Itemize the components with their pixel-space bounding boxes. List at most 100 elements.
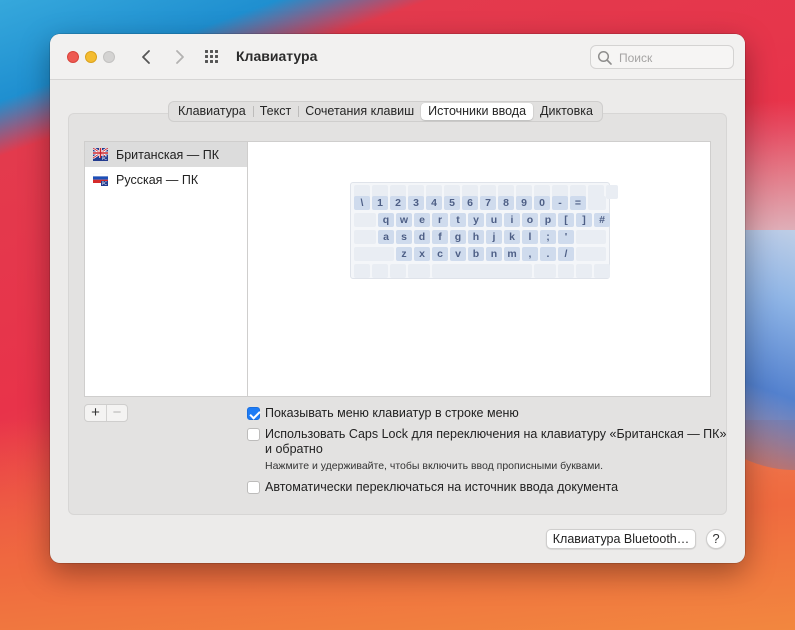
- keyboard-key: ;: [540, 230, 556, 244]
- minimize-window-button[interactable]: [85, 51, 97, 63]
- search-field[interactable]: Поиск: [590, 45, 734, 69]
- auto-switch-label: Автоматически переключаться на источник …: [265, 480, 619, 494]
- keyboard-key: m: [504, 247, 520, 261]
- chevron-left-icon: [142, 50, 150, 64]
- list-item-label: Британская — ПК: [116, 147, 220, 162]
- keyboard-key: 2: [390, 196, 406, 210]
- keyboard-key: j: [486, 230, 502, 244]
- show-menu-checkbox[interactable]: [247, 407, 260, 420]
- keyboard-key: 4: [426, 196, 442, 210]
- search-icon: [597, 50, 612, 65]
- keyboard-key-blank: [408, 264, 430, 278]
- keyboard-key: ': [558, 230, 574, 244]
- grid-icon: [205, 50, 218, 63]
- keyboard-key: g: [450, 230, 466, 244]
- keyboard-key: w: [396, 213, 412, 227]
- keyboard-key: =: [570, 196, 586, 210]
- keyboard-key: 7: [480, 196, 496, 210]
- keyboard-key-blank: [354, 247, 394, 261]
- keyboard-key-blank: [432, 264, 532, 278]
- keyboard-key-blank: [372, 264, 388, 278]
- keyboard-key: r: [432, 213, 448, 227]
- tab-keyboard[interactable]: Клавиатура: [171, 103, 253, 120]
- add-source-button[interactable]: +: [85, 405, 106, 421]
- remove-source-button[interactable]: −: [105, 405, 127, 421]
- keyboard-key-blank: [390, 264, 406, 278]
- tab-text[interactable]: Текст: [252, 103, 298, 120]
- input-sources-list: PC Британская — ПК PC Русская — ПК: [84, 141, 248, 397]
- bluetooth-keyboard-button[interactable]: Клавиатура Bluetooth…: [546, 529, 696, 549]
- keyboard-key-blank: [576, 230, 606, 244]
- svg-text:PC: PC: [102, 181, 108, 186]
- keyboard-key: .: [540, 247, 556, 261]
- keyboard-key-blank: [534, 264, 556, 278]
- keyboard-key: t: [450, 213, 466, 227]
- tab-shortcuts[interactable]: Сочетания клавиш: [298, 103, 421, 120]
- caps-lock-hint: Нажмите и удерживайте, чтобы включить вв…: [265, 460, 604, 472]
- keyboard-key: y: [468, 213, 484, 227]
- keyboard-key: 5: [444, 196, 460, 210]
- chevron-right-icon: [176, 50, 184, 64]
- keyboard-key: e: [414, 213, 430, 227]
- keyboard-key: u: [486, 213, 502, 227]
- keyboard-key: q: [378, 213, 394, 227]
- tab-bar: Клавиатура Текст Сочетания клавиш Источн…: [168, 101, 603, 122]
- keyboard-preferences-window: Клавиатура Поиск Клавиатура Текст Сочета…: [50, 34, 745, 563]
- caps-lock-checkbox[interactable]: [247, 428, 260, 441]
- keyboard-key: /: [558, 247, 574, 261]
- keyboard-key: z: [396, 247, 412, 261]
- svg-text:PC: PC: [102, 156, 108, 161]
- keyboard-key-blank: [354, 264, 370, 278]
- keyboard-key: -: [552, 196, 568, 210]
- keyboard-key: c: [432, 247, 448, 261]
- keyboard-key: [: [558, 213, 574, 227]
- caps-lock-label-line2: и обратно: [265, 442, 323, 456]
- keyboard-key: 8: [498, 196, 514, 210]
- show-menu-label: Показывать меню клавиатур в строке меню: [265, 406, 519, 420]
- add-remove-control: + −: [84, 404, 128, 422]
- show-all-button[interactable]: [204, 49, 222, 65]
- tab-input-sources[interactable]: Источники ввода: [421, 103, 534, 120]
- keyboard-key: d: [414, 230, 430, 244]
- list-item-russian[interactable]: PC Русская — ПК: [85, 167, 247, 192]
- list-item-british[interactable]: PC Британская — ПК: [85, 142, 247, 167]
- keyboard-key: x: [414, 247, 430, 261]
- zoom-window-button[interactable]: [103, 51, 115, 63]
- keyboard-layout-preview: \ 1 2 3 4 5 6 7 8 9 0- = q w e r t y u i o p[] # a s d f g h j k l; ' z x c…: [350, 182, 618, 279]
- keyboard-key: n: [486, 247, 502, 261]
- tab-dictation[interactable]: Диктовка: [533, 103, 600, 120]
- keyboard-key: 6: [462, 196, 478, 210]
- keyboard-key: 0: [534, 196, 550, 210]
- caps-lock-label-line1: Использовать Caps Lock для переключения …: [265, 427, 727, 441]
- keyboard-key: l: [522, 230, 538, 244]
- ru-flag-icon: PC: [93, 173, 108, 186]
- help-button[interactable]: ?: [706, 529, 726, 549]
- keyboard-key: h: [468, 230, 484, 244]
- keyboard-key-blank: [576, 264, 592, 278]
- keyboard-key: ]: [576, 213, 592, 227]
- window-title: Клавиатура: [236, 48, 318, 64]
- close-window-button[interactable]: [67, 51, 79, 63]
- forward-button[interactable]: [168, 45, 190, 69]
- keyboard-key: 3: [408, 196, 424, 210]
- keyboard-key: v: [450, 247, 466, 261]
- keyboard-preview-area: \ 1 2 3 4 5 6 7 8 9 0- = q w e r t y u i o p[] # a s d f g h j k l; ' z x c…: [247, 141, 711, 397]
- uk-flag-icon: PC: [93, 148, 108, 161]
- keyboard-key-blank: [558, 264, 574, 278]
- auto-switch-checkbox[interactable]: [247, 481, 260, 494]
- list-item-label: Русская — ПК: [116, 172, 199, 187]
- keyboard-key: a: [378, 230, 394, 244]
- keyboard-key-blank: [354, 230, 376, 244]
- keyboard-key: 9: [516, 196, 532, 210]
- search-placeholder: Поиск: [619, 51, 653, 65]
- keyboard-key: o: [522, 213, 538, 227]
- keyboard-key-blank: [588, 196, 606, 210]
- keyboard-key: b: [468, 247, 484, 261]
- back-button[interactable]: [136, 45, 158, 69]
- keyboard-key-blank: [594, 264, 610, 278]
- keyboard-key: i: [504, 213, 520, 227]
- keyboard-key-blank: [576, 247, 606, 261]
- keyboard-key: k: [504, 230, 520, 244]
- keyboard-key: #: [594, 213, 610, 227]
- keyboard-key: 1: [372, 196, 388, 210]
